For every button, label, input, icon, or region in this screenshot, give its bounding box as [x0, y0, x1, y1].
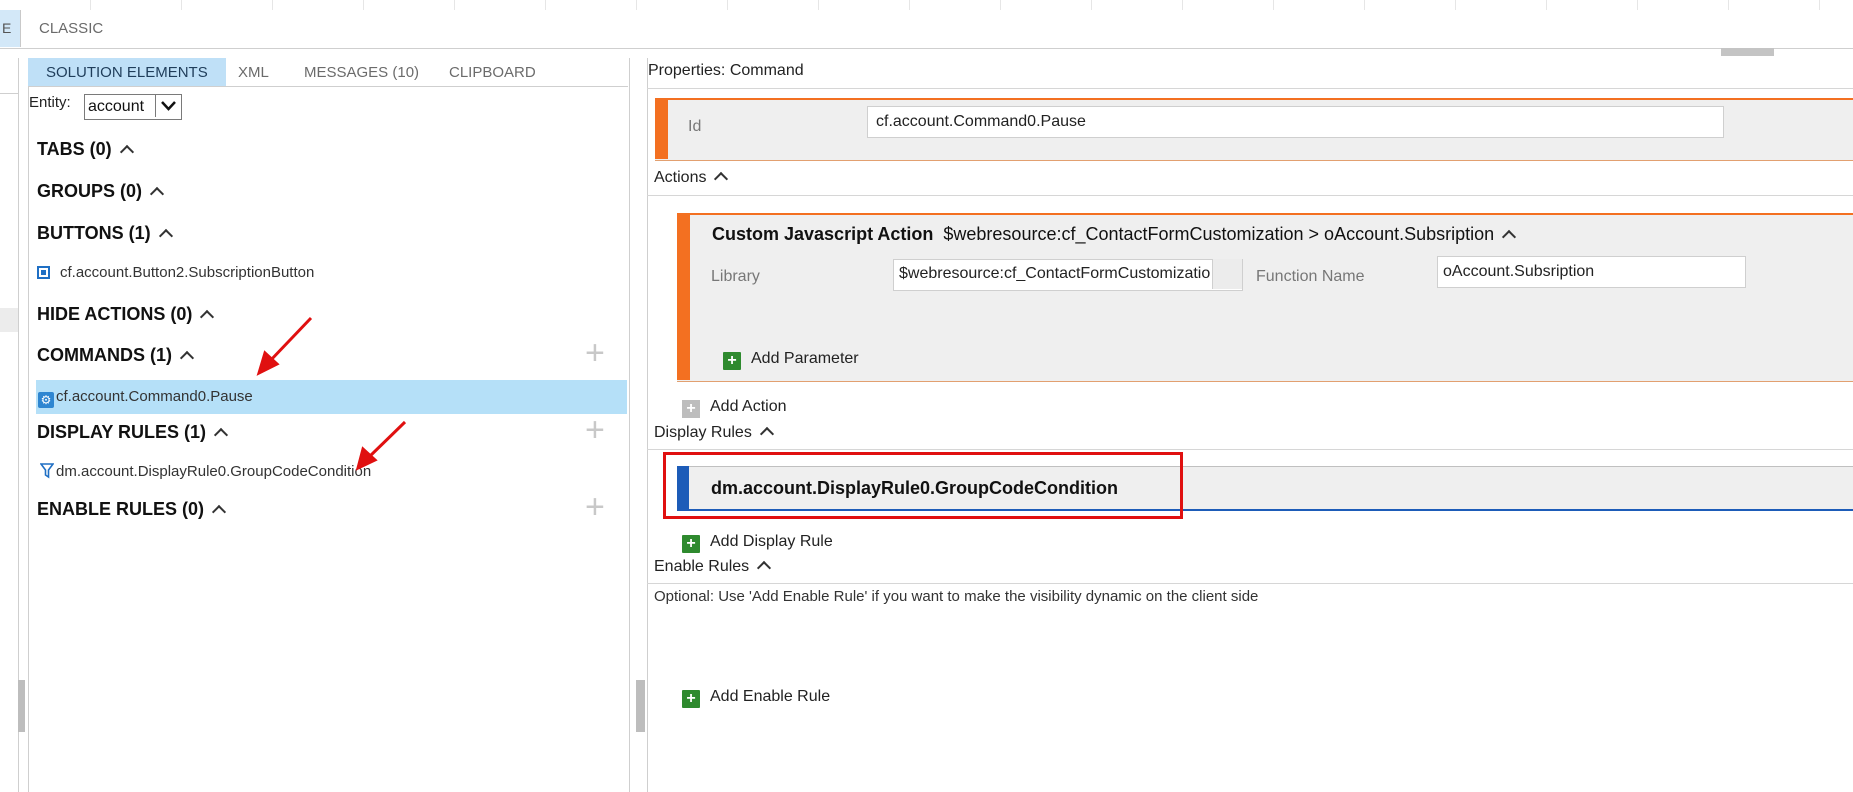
- annotation-arrow-display-rules: [366, 420, 407, 460]
- annotation-arrows: [256, 316, 407, 471]
- annotation-arrow-commands: [267, 316, 313, 364]
